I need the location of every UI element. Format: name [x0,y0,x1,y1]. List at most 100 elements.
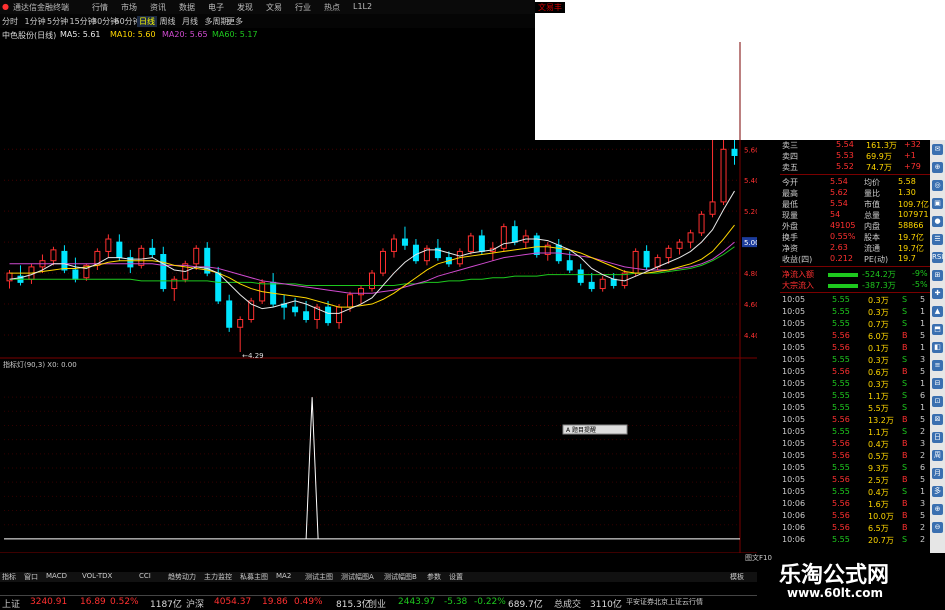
tab-10[interactable]: 测试幅图A [341,572,374,582]
tab-4[interactable]: CCI [139,572,151,582]
candle-body [467,235,474,252]
tick-volume: 0.4万 [868,440,889,449]
stat-key: 最低 [782,200,798,209]
period-0[interactable]: 分时 [2,16,18,27]
tab-3[interactable]: VOL-TDX [82,572,112,582]
period-6[interactable]: 日线 [137,16,157,27]
stat-key: 净资 [782,244,798,253]
tick-count: 1 [920,487,926,496]
side-tool-icon[interactable]: ⊠ [932,414,943,425]
status-item: 4054.37 [214,597,252,607]
menu-5[interactable]: 发现 [237,2,253,13]
tab-2[interactable]: MACD [46,572,67,582]
tick-row: 10:05 5.55 0.3万 S 5 [780,295,930,307]
top-right-label[interactable]: 文易丰 [535,2,565,13]
side-tool-icon[interactable]: ⊟ [932,378,943,389]
tick-volume: 0.3万 [868,356,889,365]
side-tool-icon[interactable]: ⊕ [932,504,943,515]
side-tool-icon[interactable]: ✚ [932,288,943,299]
tab-7[interactable]: 私募主图 [240,572,268,582]
quote-panel: 卖三 5.54 161.3万 +32 卖四 5.53 69.9万 +1 卖五 5.52 74.7万 +… [780,140,930,553]
side-tool-icon[interactable]: ⊡ [932,396,943,407]
tick-price: 5.56 [832,367,850,376]
menu-1[interactable]: 市场 [121,2,137,13]
tick-count: 5 [920,511,926,520]
sell-volume: 69.9万 [866,152,892,161]
tick-side: B [902,415,908,424]
candle-body [566,260,573,271]
side-tool-icon[interactable]: ◧ [932,342,943,353]
tick-time: 10:05 [782,355,806,364]
side-tool-icon[interactable]: ⬒ [932,324,943,335]
tick-price: 5.55 [832,463,850,472]
side-tool-icon[interactable]: ▲ [932,306,943,317]
menu-0[interactable]: 行情 [92,2,108,13]
tick-volume: 6.0万 [868,332,889,341]
tab-13[interactable]: 设置 [449,572,463,582]
period-7[interactable]: 周线 [160,16,176,27]
period-9[interactable]: 多周期 [205,16,229,27]
flow-pct: -5% [912,280,928,289]
menu-9[interactable]: L1L2 [353,2,372,11]
side-tool-icon[interactable]: 多 [932,486,943,497]
menu-3[interactable]: 数据 [179,2,195,13]
tick-count: 3 [920,439,926,448]
stat-value: 5.54 [830,177,848,186]
menu-2[interactable]: 资讯 [150,2,166,13]
candle-body [709,201,716,215]
watermark: 乐淘公式网 www.60lt.com [757,553,945,609]
side-tool-icon[interactable]: RSI [932,252,943,263]
ma10-value: MA10: 5.60 [110,30,156,39]
menu-8[interactable]: 热点 [324,2,340,13]
menu-7[interactable]: 行业 [295,2,311,13]
period-10[interactable]: 更多 [227,16,243,27]
tab-0[interactable]: 指标 [2,572,16,582]
stat-value2: 19.7 [898,254,916,263]
side-tool-icon[interactable]: ● [932,216,943,227]
side-tool-icon[interactable]: ☰ [932,234,943,245]
tab-5[interactable]: 趋势动力 [168,572,196,582]
side-tool-icon[interactable]: ▣ [932,198,943,209]
panel-divider [780,174,930,175]
side-tool-icon[interactable]: 月 [932,468,943,479]
panel-divider [780,292,930,293]
f10-button[interactable]: 图文F10 [745,553,772,563]
side-tool-icon[interactable]: 周 [932,450,943,461]
watermark-url: www.60lt.com [787,586,884,600]
period-8[interactable]: 月线 [182,16,198,27]
side-tool-icon[interactable]: ⊞ [932,270,943,281]
tick-side: S [902,355,908,364]
tick-volume: 20.7万 [868,536,894,545]
tick-side: S [902,319,908,328]
stat-value: 0.212 [830,254,853,263]
tab-1[interactable]: 窗口 [24,572,38,582]
side-tool-icon[interactable]: ⊕ [932,162,943,173]
side-tool-icon[interactable]: 日 [932,432,943,443]
tab-9[interactable]: 测试主图 [305,572,333,582]
tab-12[interactable]: 参数 [427,572,441,582]
stat-value2: 5.58 [898,177,916,186]
period-1[interactable]: 1分钟 [25,16,46,27]
candle-body [369,272,375,290]
tick-time: 10:05 [782,379,806,388]
tab-11[interactable]: 测试幅图B [384,572,417,582]
side-tool-icon[interactable]: ✉ [932,144,943,155]
status-item: 2443.97 [398,597,436,607]
ma10-line [9,224,735,308]
tab-template[interactable]: 模板 [730,572,744,582]
tick-side: S [902,487,908,496]
menu-4[interactable]: 电子 [208,2,224,13]
tab-8[interactable]: MA2 [276,572,291,582]
side-tool-icon[interactable]: ≡ [932,360,943,371]
tick-volume: 0.3万 [868,296,889,305]
price-chart[interactable]: 5.605.405.205.004.804.604.405.00←4.29指标灯… [0,42,757,553]
tick-side: B [902,511,908,520]
side-tool-icon[interactable]: ◎ [932,180,943,191]
menu-6[interactable]: 文易 [266,2,282,13]
period-2[interactable]: 5分钟 [47,16,68,27]
tab-6[interactable]: 主力监控 [204,572,232,582]
side-tool-icon[interactable]: ⊖ [932,522,943,533]
tick-volume: 0.5万 [868,452,889,461]
sell-price: 5.54 [836,140,854,149]
stat-key: 外盘 [782,222,798,231]
